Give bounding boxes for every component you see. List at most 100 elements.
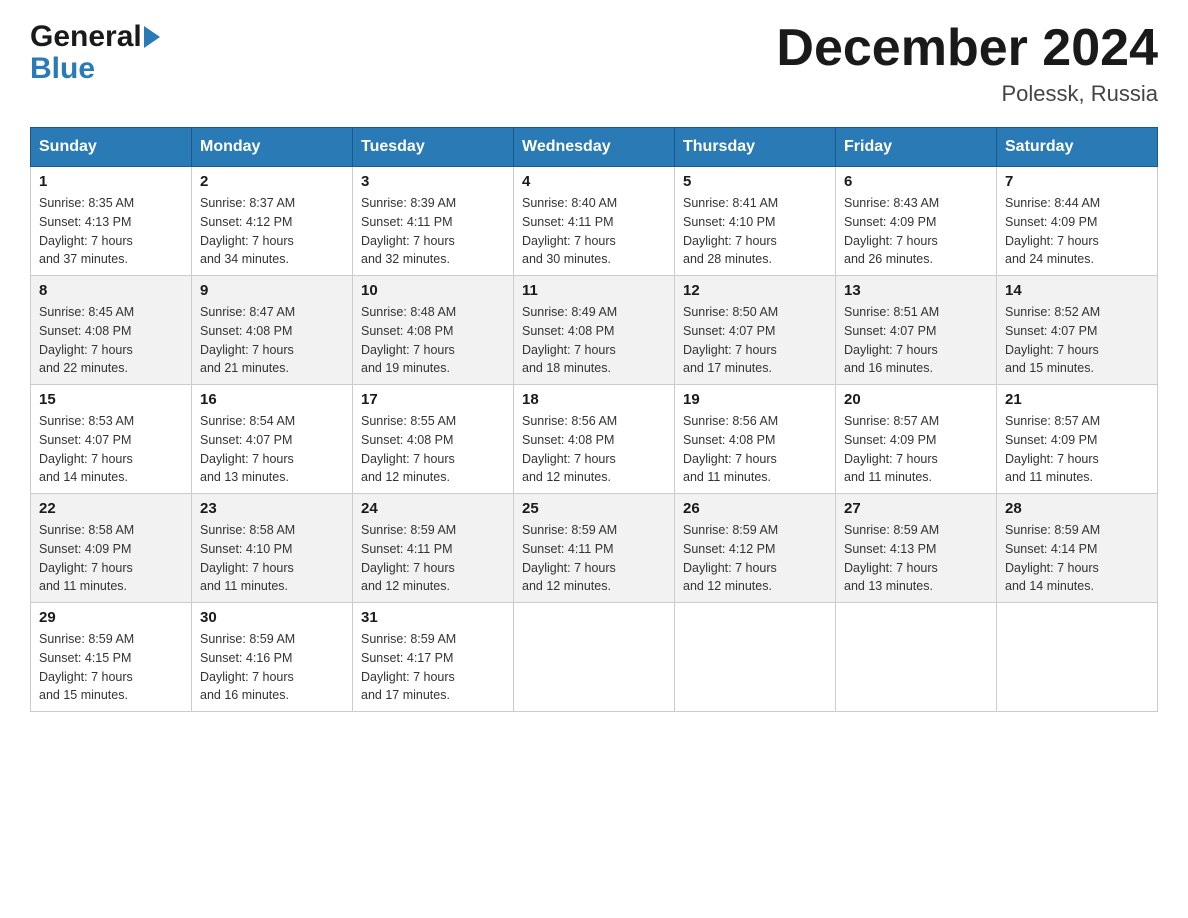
day-number: 5 bbox=[683, 173, 827, 190]
month-title: December 2024 bbox=[776, 20, 1158, 77]
day-number: 12 bbox=[683, 282, 827, 299]
day-number: 6 bbox=[844, 173, 988, 190]
calendar-header-row: Sunday Monday Tuesday Wednesday Thursday… bbox=[31, 128, 1158, 167]
day-number: 17 bbox=[361, 391, 505, 408]
location: Polessk, Russia bbox=[776, 81, 1158, 107]
calendar-week-row: 8 Sunrise: 8:45 AMSunset: 4:08 PMDayligh… bbox=[31, 276, 1158, 385]
day-number: 22 bbox=[39, 500, 183, 517]
table-row bbox=[514, 603, 675, 712]
day-number: 3 bbox=[361, 173, 505, 190]
day-info: Sunrise: 8:55 AMSunset: 4:08 PMDaylight:… bbox=[361, 412, 505, 487]
day-number: 4 bbox=[522, 173, 666, 190]
col-wednesday: Wednesday bbox=[514, 128, 675, 167]
day-number: 14 bbox=[1005, 282, 1149, 299]
day-info: Sunrise: 8:37 AMSunset: 4:12 PMDaylight:… bbox=[200, 194, 344, 269]
day-info: Sunrise: 8:40 AMSunset: 4:11 PMDaylight:… bbox=[522, 194, 666, 269]
table-row: 30 Sunrise: 8:59 AMSunset: 4:16 PMDaylig… bbox=[192, 603, 353, 712]
table-row: 13 Sunrise: 8:51 AMSunset: 4:07 PMDaylig… bbox=[836, 276, 997, 385]
day-info: Sunrise: 8:56 AMSunset: 4:08 PMDaylight:… bbox=[522, 412, 666, 487]
day-info: Sunrise: 8:58 AMSunset: 4:10 PMDaylight:… bbox=[200, 521, 344, 596]
day-info: Sunrise: 8:59 AMSunset: 4:11 PMDaylight:… bbox=[361, 521, 505, 596]
col-saturday: Saturday bbox=[997, 128, 1158, 167]
table-row: 10 Sunrise: 8:48 AMSunset: 4:08 PMDaylig… bbox=[353, 276, 514, 385]
calendar-week-row: 22 Sunrise: 8:58 AMSunset: 4:09 PMDaylig… bbox=[31, 494, 1158, 603]
day-number: 29 bbox=[39, 609, 183, 626]
day-number: 16 bbox=[200, 391, 344, 408]
day-number: 27 bbox=[844, 500, 988, 517]
table-row: 19 Sunrise: 8:56 AMSunset: 4:08 PMDaylig… bbox=[675, 385, 836, 494]
table-row bbox=[675, 603, 836, 712]
table-row: 20 Sunrise: 8:57 AMSunset: 4:09 PMDaylig… bbox=[836, 385, 997, 494]
logo: General Blue bbox=[30, 20, 160, 84]
col-thursday: Thursday bbox=[675, 128, 836, 167]
day-info: Sunrise: 8:59 AMSunset: 4:16 PMDaylight:… bbox=[200, 630, 344, 705]
table-row: 6 Sunrise: 8:43 AMSunset: 4:09 PMDayligh… bbox=[836, 167, 997, 276]
logo-general-text: General bbox=[30, 20, 142, 54]
table-row bbox=[836, 603, 997, 712]
day-number: 28 bbox=[1005, 500, 1149, 517]
day-info: Sunrise: 8:44 AMSunset: 4:09 PMDaylight:… bbox=[1005, 194, 1149, 269]
day-number: 30 bbox=[200, 609, 344, 626]
day-info: Sunrise: 8:39 AMSunset: 4:11 PMDaylight:… bbox=[361, 194, 505, 269]
day-number: 23 bbox=[200, 500, 344, 517]
day-number: 15 bbox=[39, 391, 183, 408]
calendar-table: Sunday Monday Tuesday Wednesday Thursday… bbox=[30, 127, 1158, 712]
col-friday: Friday bbox=[836, 128, 997, 167]
day-number: 21 bbox=[1005, 391, 1149, 408]
col-monday: Monday bbox=[192, 128, 353, 167]
table-row: 7 Sunrise: 8:44 AMSunset: 4:09 PMDayligh… bbox=[997, 167, 1158, 276]
table-row: 12 Sunrise: 8:50 AMSunset: 4:07 PMDaylig… bbox=[675, 276, 836, 385]
day-number: 10 bbox=[361, 282, 505, 299]
day-info: Sunrise: 8:54 AMSunset: 4:07 PMDaylight:… bbox=[200, 412, 344, 487]
calendar-week-row: 1 Sunrise: 8:35 AMSunset: 4:13 PMDayligh… bbox=[31, 167, 1158, 276]
col-sunday: Sunday bbox=[31, 128, 192, 167]
day-info: Sunrise: 8:45 AMSunset: 4:08 PMDaylight:… bbox=[39, 303, 183, 378]
table-row: 1 Sunrise: 8:35 AMSunset: 4:13 PMDayligh… bbox=[31, 167, 192, 276]
day-number: 2 bbox=[200, 173, 344, 190]
day-number: 8 bbox=[39, 282, 183, 299]
table-row: 4 Sunrise: 8:40 AMSunset: 4:11 PMDayligh… bbox=[514, 167, 675, 276]
day-info: Sunrise: 8:52 AMSunset: 4:07 PMDaylight:… bbox=[1005, 303, 1149, 378]
table-row: 23 Sunrise: 8:58 AMSunset: 4:10 PMDaylig… bbox=[192, 494, 353, 603]
table-row: 21 Sunrise: 8:57 AMSunset: 4:09 PMDaylig… bbox=[997, 385, 1158, 494]
table-row: 29 Sunrise: 8:59 AMSunset: 4:15 PMDaylig… bbox=[31, 603, 192, 712]
table-row: 26 Sunrise: 8:59 AMSunset: 4:12 PMDaylig… bbox=[675, 494, 836, 603]
day-number: 19 bbox=[683, 391, 827, 408]
day-info: Sunrise: 8:59 AMSunset: 4:12 PMDaylight:… bbox=[683, 521, 827, 596]
table-row: 24 Sunrise: 8:59 AMSunset: 4:11 PMDaylig… bbox=[353, 494, 514, 603]
logo-blue-text: Blue bbox=[30, 54, 160, 84]
table-row: 17 Sunrise: 8:55 AMSunset: 4:08 PMDaylig… bbox=[353, 385, 514, 494]
col-tuesday: Tuesday bbox=[353, 128, 514, 167]
table-row: 31 Sunrise: 8:59 AMSunset: 4:17 PMDaylig… bbox=[353, 603, 514, 712]
day-info: Sunrise: 8:59 AMSunset: 4:11 PMDaylight:… bbox=[522, 521, 666, 596]
day-number: 31 bbox=[361, 609, 505, 626]
logo-arrow-icon bbox=[144, 26, 160, 48]
day-info: Sunrise: 8:59 AMSunset: 4:15 PMDaylight:… bbox=[39, 630, 183, 705]
table-row: 8 Sunrise: 8:45 AMSunset: 4:08 PMDayligh… bbox=[31, 276, 192, 385]
table-row: 14 Sunrise: 8:52 AMSunset: 4:07 PMDaylig… bbox=[997, 276, 1158, 385]
day-info: Sunrise: 8:58 AMSunset: 4:09 PMDaylight:… bbox=[39, 521, 183, 596]
day-info: Sunrise: 8:51 AMSunset: 4:07 PMDaylight:… bbox=[844, 303, 988, 378]
day-number: 25 bbox=[522, 500, 666, 517]
day-number: 13 bbox=[844, 282, 988, 299]
day-info: Sunrise: 8:48 AMSunset: 4:08 PMDaylight:… bbox=[361, 303, 505, 378]
table-row: 9 Sunrise: 8:47 AMSunset: 4:08 PMDayligh… bbox=[192, 276, 353, 385]
day-info: Sunrise: 8:47 AMSunset: 4:08 PMDaylight:… bbox=[200, 303, 344, 378]
table-row: 2 Sunrise: 8:37 AMSunset: 4:12 PMDayligh… bbox=[192, 167, 353, 276]
table-row: 22 Sunrise: 8:58 AMSunset: 4:09 PMDaylig… bbox=[31, 494, 192, 603]
table-row: 18 Sunrise: 8:56 AMSunset: 4:08 PMDaylig… bbox=[514, 385, 675, 494]
day-number: 24 bbox=[361, 500, 505, 517]
day-info: Sunrise: 8:49 AMSunset: 4:08 PMDaylight:… bbox=[522, 303, 666, 378]
day-number: 11 bbox=[522, 282, 666, 299]
day-info: Sunrise: 8:35 AMSunset: 4:13 PMDaylight:… bbox=[39, 194, 183, 269]
table-row: 5 Sunrise: 8:41 AMSunset: 4:10 PMDayligh… bbox=[675, 167, 836, 276]
calendar-week-row: 29 Sunrise: 8:59 AMSunset: 4:15 PMDaylig… bbox=[31, 603, 1158, 712]
title-section: December 2024 Polessk, Russia bbox=[776, 20, 1158, 107]
table-row: 25 Sunrise: 8:59 AMSunset: 4:11 PMDaylig… bbox=[514, 494, 675, 603]
calendar-week-row: 15 Sunrise: 8:53 AMSunset: 4:07 PMDaylig… bbox=[31, 385, 1158, 494]
page-header: General Blue December 2024 Polessk, Russ… bbox=[30, 20, 1158, 107]
day-number: 20 bbox=[844, 391, 988, 408]
table-row bbox=[997, 603, 1158, 712]
day-info: Sunrise: 8:50 AMSunset: 4:07 PMDaylight:… bbox=[683, 303, 827, 378]
table-row: 16 Sunrise: 8:54 AMSunset: 4:07 PMDaylig… bbox=[192, 385, 353, 494]
